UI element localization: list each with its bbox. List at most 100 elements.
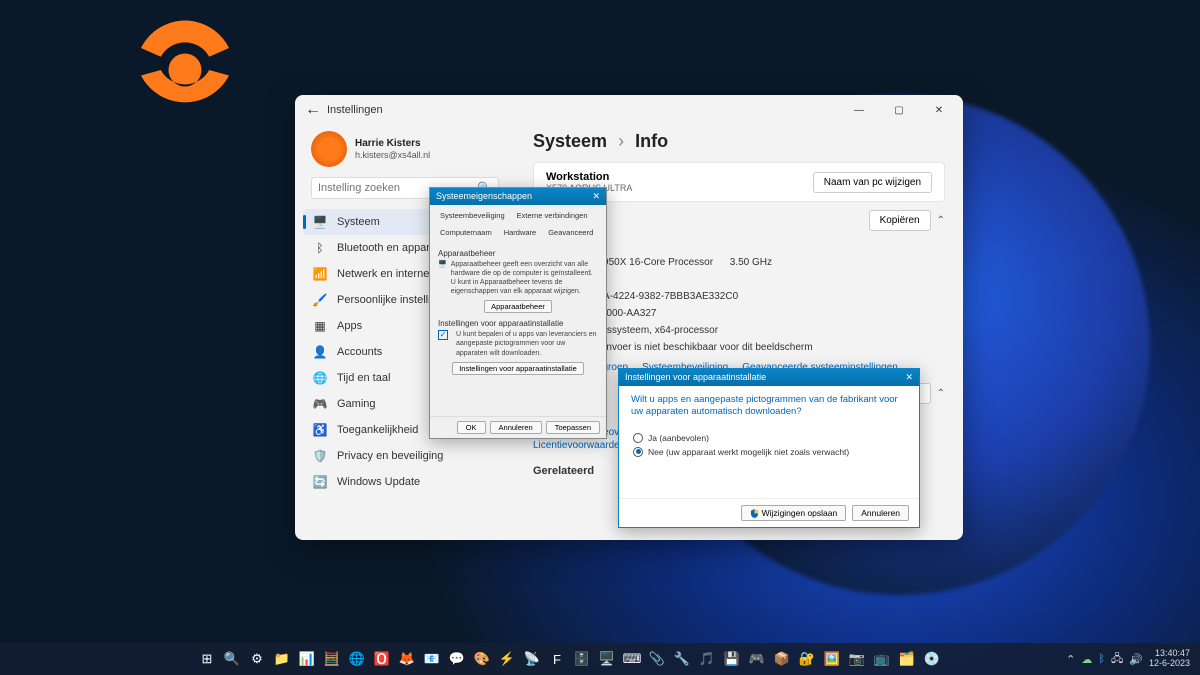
chevron-up-icon[interactable]: ⌃ bbox=[937, 215, 945, 226]
radio-icon-selected bbox=[633, 447, 643, 457]
taskbar-icon-28[interactable]: 🗂️ bbox=[896, 648, 918, 670]
taskbar-icon-9[interactable]: 📧 bbox=[421, 648, 443, 670]
sysprop-close-icon[interactable]: ✕ bbox=[592, 191, 600, 202]
option-yes[interactable]: Ja (aanbevolen) bbox=[633, 433, 905, 443]
taskbar-icon-21[interactable]: 💾 bbox=[721, 648, 743, 670]
taskbar-icon-26[interactable]: 📷 bbox=[846, 648, 868, 670]
taskbar-icon-29[interactable]: 💿 bbox=[921, 648, 943, 670]
titlebar: ← Instellingen — ▢ ✕ bbox=[295, 95, 963, 125]
chevron-up-icon[interactable]: ⌃ bbox=[937, 388, 945, 399]
nav-label: Systeem bbox=[337, 216, 380, 228]
sysprop-cancel-button[interactable]: Annuleren bbox=[490, 421, 542, 434]
taskbar-icon-6[interactable]: 🌐 bbox=[346, 648, 368, 670]
taskbar: ⊞🔍⚙📁📊🧮🌐🅾️🦊📧💬🎨⚡📡F🗄️🖥️⌨📎🔧🎵💾🎮📦🔐🖼️📷📺🗂️💿 ⌃ ☁ … bbox=[0, 643, 1200, 675]
devinst-titlebar: Instellingen voor apparaatinstallatie ✕ bbox=[619, 369, 919, 386]
crumb-current: Info bbox=[635, 131, 668, 151]
taskbar-icon-2[interactable]: ⚙ bbox=[246, 648, 268, 670]
system-tray: ⌃ ☁ ᛒ 🖧 🔊 13:40:47 12-6-2023 bbox=[1066, 649, 1194, 669]
nav-item-windows-update[interactable]: 🔄 Windows Update bbox=[303, 469, 507, 495]
device-install-checkbox[interactable]: ✓ bbox=[438, 330, 448, 340]
option-no[interactable]: Nee (uw apparaat werkt mogelijk niet zoa… bbox=[633, 447, 905, 457]
taskbar-icon-3[interactable]: 📁 bbox=[271, 648, 293, 670]
taskbar-icon-11[interactable]: 🎨 bbox=[471, 648, 493, 670]
nav-label: Apps bbox=[337, 320, 362, 332]
minimize-button[interactable]: — bbox=[839, 98, 879, 122]
tray-chevron-icon[interactable]: ⌃ bbox=[1066, 653, 1075, 666]
taskbar-icon-25[interactable]: 🖼️ bbox=[821, 648, 843, 670]
tab-computernaam[interactable]: Computernaam bbox=[436, 226, 496, 239]
taskbar-icon-12[interactable]: ⚡ bbox=[496, 648, 518, 670]
tray-bluetooth-icon[interactable]: ᛒ bbox=[1098, 653, 1105, 665]
tab-geavanceerd[interactable]: Geavanceerd bbox=[544, 226, 597, 239]
chevron-right-icon: › bbox=[618, 131, 624, 151]
tray-volume-icon[interactable]: 🔊 bbox=[1129, 653, 1143, 666]
sysprop-ok-button[interactable]: OK bbox=[457, 421, 486, 434]
back-button[interactable]: ← bbox=[299, 101, 327, 119]
nav-icon: ᛒ bbox=[313, 241, 327, 255]
clock-date: 12-6-2023 bbox=[1149, 659, 1190, 669]
maximize-button[interactable]: ▢ bbox=[879, 98, 919, 122]
taskbar-icon-7[interactable]: 🅾️ bbox=[371, 648, 393, 670]
taskbar-icon-5[interactable]: 🧮 bbox=[321, 648, 343, 670]
taskbar-icon-22[interactable]: 🎮 bbox=[746, 648, 768, 670]
taskbar-icon-27[interactable]: 📺 bbox=[871, 648, 893, 670]
sysprop-tabs: Systeembeveiliging Externe verbindingen Co… bbox=[430, 205, 606, 239]
taskbar-icon-14[interactable]: F bbox=[546, 648, 568, 670]
user-email: h.kisters@xs4all.nl bbox=[355, 150, 430, 162]
device-install-button[interactable]: Instellingen voor apparaatinstallatie bbox=[452, 362, 584, 375]
taskbar-icon-13[interactable]: 📡 bbox=[521, 648, 543, 670]
copy-button-specs[interactable]: Kopiëren bbox=[869, 210, 931, 231]
tray-cloud-icon[interactable]: ☁ bbox=[1081, 653, 1092, 666]
tab-systeembeveiliging[interactable]: Systeembeveiliging bbox=[436, 209, 509, 222]
nav-icon: 🎮 bbox=[313, 397, 327, 411]
taskbar-pinned: ⊞🔍⚙📁📊🧮🌐🅾️🦊📧💬🎨⚡📡F🗄️🖥️⌨📎🔧🎵💾🎮📦🔐🖼️📷📺🗂️💿 bbox=[196, 648, 943, 670]
nav-icon: 🔄 bbox=[313, 475, 327, 489]
save-changes-button[interactable]: Wijzigingen opslaan bbox=[741, 505, 847, 521]
taskbar-icon-16[interactable]: 🖥️ bbox=[596, 648, 618, 670]
devinst-title: Instellingen voor apparaatinstallatie bbox=[625, 372, 766, 383]
brand-logo bbox=[130, 15, 240, 125]
sysprop-title: Systeemeigenschappen bbox=[436, 191, 532, 202]
taskbar-icon-23[interactable]: 📦 bbox=[771, 648, 793, 670]
taskbar-icon-4[interactable]: 📊 bbox=[296, 648, 318, 670]
nav-label: Toegankelijkheid bbox=[337, 424, 418, 436]
taskbar-clock[interactable]: 13:40:47 12-6-2023 bbox=[1149, 649, 1194, 669]
crumb-parent[interactable]: Systeem bbox=[533, 131, 607, 151]
tray-network-icon[interactable]: 🖧 bbox=[1111, 650, 1123, 669]
avatar bbox=[311, 131, 347, 167]
option-no-label: Nee (uw apparaat werkt mogelijk niet zoa… bbox=[648, 447, 849, 457]
sysprop-apply-button[interactable]: Toepassen bbox=[546, 421, 600, 434]
tab-hardware[interactable]: Hardware bbox=[500, 226, 541, 239]
pc-name: Workstation bbox=[546, 171, 632, 183]
nav-icon: 🖌️ bbox=[313, 293, 327, 307]
taskbar-icon-1[interactable]: 🔍 bbox=[221, 648, 243, 670]
close-button[interactable]: ✕ bbox=[919, 98, 959, 122]
taskbar-icon-17[interactable]: ⌨ bbox=[621, 648, 643, 670]
nav-label: Gaming bbox=[337, 398, 376, 410]
devinst-cancel-button[interactable]: Annuleren bbox=[852, 505, 909, 521]
nav-icon: ♿ bbox=[313, 423, 327, 437]
nav-label: Netwerk en internet bbox=[337, 268, 432, 280]
user-profile[interactable]: Harrie Kisters h.kisters@xs4all.nl bbox=[303, 125, 507, 177]
taskbar-icon-8[interactable]: 🦊 bbox=[396, 648, 418, 670]
breadcrumb: Systeem › Info bbox=[533, 131, 945, 152]
devinst-close-icon[interactable]: ✕ bbox=[905, 372, 913, 383]
device-manager-label: Apparaatbeheer bbox=[438, 249, 598, 258]
system-properties-dialog: Systeemeigenschappen ✕ Systeembeveiligin… bbox=[429, 187, 607, 439]
taskbar-icon-20[interactable]: 🎵 bbox=[696, 648, 718, 670]
nav-item-privacy-en-beveiliging[interactable]: 🛡️Privacy en beveiliging bbox=[303, 443, 507, 469]
tab-externe-verbindingen[interactable]: Externe verbindingen bbox=[513, 209, 592, 222]
taskbar-icon-24[interactable]: 🔐 bbox=[796, 648, 818, 670]
device-manager-icon: 🖥️ bbox=[438, 260, 447, 296]
taskbar-icon-15[interactable]: 🗄️ bbox=[571, 648, 593, 670]
taskbar-icon-19[interactable]: 🔧 bbox=[671, 648, 693, 670]
taskbar-icon-10[interactable]: 💬 bbox=[446, 648, 468, 670]
taskbar-icon-18[interactable]: 📎 bbox=[646, 648, 668, 670]
sysprop-titlebar: Systeemeigenschappen ✕ bbox=[430, 188, 606, 205]
option-yes-label: Ja (aanbevolen) bbox=[648, 433, 709, 443]
device-install-label: Instellingen voor apparaatinstallatie bbox=[438, 319, 598, 328]
taskbar-icon-0[interactable]: ⊞ bbox=[196, 648, 218, 670]
nav-label: Windows Update bbox=[337, 476, 420, 488]
device-manager-button[interactable]: Apparaatbeheer bbox=[484, 300, 552, 313]
rename-pc-button[interactable]: Naam van pc wijzigen bbox=[813, 172, 932, 193]
